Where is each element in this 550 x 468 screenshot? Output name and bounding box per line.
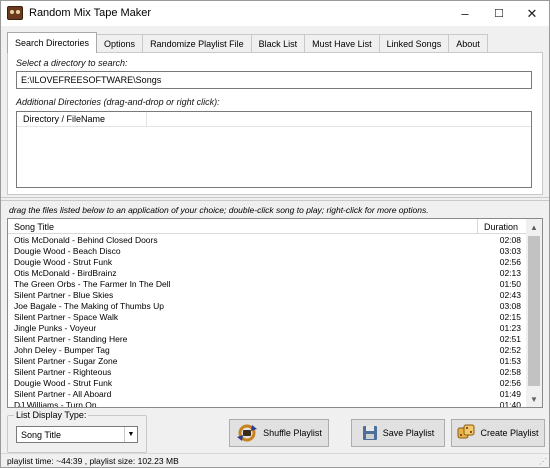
song-title-cell: DJ Williams - Turn On [14,400,97,408]
song-row[interactable]: Silent Partner - All Aboard 01:49 [8,389,527,400]
duration-column-header[interactable]: Duration [478,219,527,234]
window-title: Random Mix Tape Maker [29,7,152,19]
list-display-type-legend: List Display Type: [14,410,89,420]
search-directories-panel: Select a directory to search: Additional… [7,52,543,195]
list-display-type-value: Song Title [21,429,62,440]
song-title-cell: The Green Orbs - The Farmer In The Dell [14,279,171,289]
song-title-cell: Silent Partner - Sugar Zone [14,356,118,366]
song-row[interactable]: The Green Orbs - The Farmer In The Dell 0… [8,279,527,290]
resize-grip-icon[interactable]: ⋰ [539,457,547,466]
dropdown-arrow-icon[interactable]: ▼ [124,427,137,442]
song-duration-cell: 01:49 [499,389,521,399]
song-title-cell: Otis McDonald - BirdBrainz [14,268,117,278]
song-title-cell: Silent Partner - Blue Skies [14,290,114,300]
song-row[interactable]: John Deley - Bumper Tag 02:52 [8,345,527,356]
song-duration-cell: 02:43 [499,290,521,300]
tab-linked-songs[interactable]: Linked Songs [378,34,450,53]
song-row[interactable]: Dougie Wood - Strut Funk 02:56 [8,257,527,268]
song-rows: Otis McDonald - Behind Closed Doors 02:08… [8,235,527,408]
status-text: playlist time: ~44:39 , playlist size: 1… [7,455,179,466]
list-display-type-group: List Display Type: Song Title ▼ [7,410,147,453]
song-row[interactable]: Joe Bagale - The Making of Thumbs Up 03:0… [8,301,527,312]
song-duration-cell: 02:52 [499,345,521,355]
create-playlist-button[interactable]: Create Playlist [451,419,545,447]
song-row[interactable]: Silent Partner - Space Walk 02:15 [8,312,527,323]
song-row[interactable]: Silent Partner - Sugar Zone 01:53 [8,356,527,367]
song-title-cell: Dougie Wood - Strut Funk [14,257,113,267]
song-title-cell: Joe Bagale - The Making of Thumbs Up [14,301,164,311]
song-row[interactable]: Otis McDonald - Behind Closed Doors 02:08 [8,235,527,246]
panel-splitter[interactable] [1,197,549,201]
song-title-cell: Silent Partner - Righteous [14,367,112,377]
additional-directories-list[interactable]: Directory / FileName [16,111,532,188]
song-row[interactable]: DJ Williams - Turn On 01:40 [8,400,527,408]
list-display-type-select[interactable]: Song Title ▼ [16,426,138,443]
song-row[interactable]: Dougie Wood - Beach Disco 03:03 [8,246,527,257]
song-title-cell: Jingle Punks - Voyeur [14,323,97,333]
shuffle-playlist-label: Shuffle Playlist [263,428,322,438]
additional-directories-label: Additional Directories (drag-and-drop or… [16,97,220,107]
save-playlist-button[interactable]: Save Playlist [351,419,445,447]
shuffle-playlist-button[interactable]: Shuffle Playlist [229,419,329,447]
tab-about[interactable]: About [448,34,488,53]
directory-input[interactable] [16,71,532,89]
song-row[interactable]: Jingle Punks - Voyeur 01:23 [8,323,527,334]
song-duration-cell: 02:51 [499,334,521,344]
song-duration-cell: 02:58 [499,367,521,377]
song-duration-cell: 02:08 [499,235,521,245]
app-window: Random Mix Tape Maker – ☐ ✕ Search Direc… [0,0,550,468]
tab-strip: Search Directories Options Randomize Pla… [7,32,488,53]
song-row[interactable]: Silent Partner - Standing Here 02:51 [8,334,527,345]
song-row[interactable]: Silent Partner - Blue Skies 02:43 [8,290,527,301]
scroll-down-arrow-icon[interactable]: ▼ [526,391,542,407]
select-directory-label: Select a directory to search: [16,58,128,68]
song-title-cell: Silent Partner - All Aboard [14,389,112,399]
song-list-hint: drag the files listed below to an applic… [9,205,429,215]
maximize-button[interactable]: ☐ [482,1,516,26]
song-duration-cell: 01:40 [499,400,521,408]
song-list-header: Song Title Duration [8,219,527,234]
song-row[interactable]: Silent Partner - Righteous 02:58 [8,367,527,378]
song-duration-cell: 02:56 [499,257,521,267]
song-duration-cell: 03:03 [499,246,521,256]
floppy-disk-icon [362,426,377,440]
tab-search-directories[interactable]: Search Directories [7,32,98,53]
song-title-column-header[interactable]: Song Title [8,219,478,234]
close-button[interactable]: ✕ [515,1,549,26]
song-row[interactable]: Dougie Wood - Strut Funk 02:56 [8,378,527,389]
song-row[interactable]: Otis McDonald - BirdBrainz 02:13 [8,268,527,279]
title-bar: Random Mix Tape Maker – ☐ ✕ [1,1,549,26]
song-title-cell: Dougie Wood - Beach Disco [14,246,121,256]
minimize-button[interactable]: – [448,1,482,26]
cassette-tape-icon [7,6,23,20]
create-playlist-label: Create Playlist [480,428,539,438]
song-duration-cell: 02:15 [499,312,521,322]
song-duration-cell: 01:53 [499,356,521,366]
song-title-cell: Silent Partner - Space Walk [14,312,119,322]
song-title-cell: John Deley - Bumper Tag [14,345,110,355]
song-list[interactable]: Song Title Duration Otis McDonald - Behi… [7,218,543,408]
song-list-scrollbar[interactable]: ▲ ▼ [526,219,542,407]
tab-options[interactable]: Options [96,34,144,53]
song-duration-cell: 01:23 [499,323,521,333]
tab-randomize-playlist-file[interactable]: Randomize Playlist File [142,34,252,53]
directory-list-header: Directory / FileName [17,111,531,127]
song-title-cell: Dougie Wood - Strut Funk [14,378,113,388]
song-duration-cell: 01:50 [499,279,521,289]
song-duration-cell: 03:08 [499,301,521,311]
song-title-cell: Otis McDonald - Behind Closed Doors [14,235,158,245]
song-duration-cell: 02:56 [499,378,521,388]
scroll-up-arrow-icon[interactable]: ▲ [526,219,542,235]
dice-icon [457,424,475,439]
shuffle-icon [237,424,258,442]
song-duration-cell: 02:13 [499,268,521,278]
directory-filename-column-header[interactable]: Directory / FileName [17,111,147,127]
song-title-cell: Silent Partner - Standing Here [14,334,128,344]
status-bar: playlist time: ~44:39 , playlist size: 1… [1,453,549,467]
tab-black-list[interactable]: Black List [250,34,306,53]
tab-must-have-list[interactable]: Must Have List [304,34,380,53]
scrollbar-thumb[interactable] [528,236,540,386]
save-playlist-label: Save Playlist [382,428,435,438]
